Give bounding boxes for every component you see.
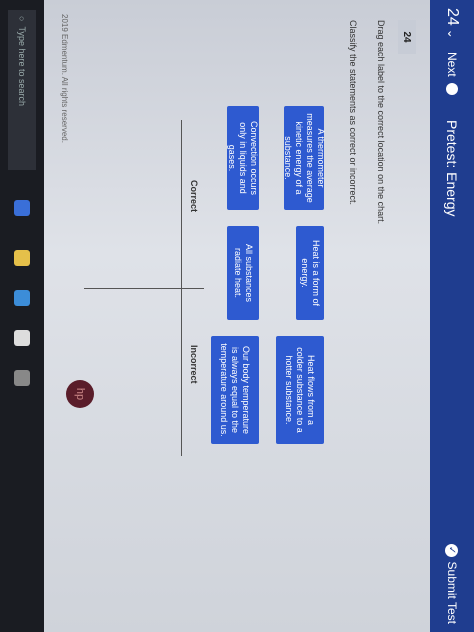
screen: 24 ⌄ Next Pretest: Energy ✓ Submit Test … xyxy=(0,0,474,632)
column-header-correct: Correct xyxy=(189,180,199,213)
drag-label[interactable]: Heat flows from a colder substance to a … xyxy=(276,336,324,444)
chart-divider xyxy=(84,288,204,289)
taskbar: hp ○ Type here to search xyxy=(0,0,94,632)
next-arrow-icon xyxy=(446,82,458,95)
top-bar: 24 ⌄ Next Pretest: Energy ✓ Submit Test xyxy=(430,0,474,632)
column-header-incorrect: Incorrect xyxy=(189,345,199,384)
search-icon: ○ xyxy=(17,16,27,22)
drag-label[interactable]: Convection occurs only in liquids and ga… xyxy=(227,106,260,210)
store-icon[interactable] xyxy=(14,290,30,306)
drop-zone-correct[interactable] xyxy=(86,122,180,286)
search-placeholder: Type here to search xyxy=(17,26,27,106)
drag-label[interactable]: Our body temperature is always equal to … xyxy=(211,336,259,444)
chevron-down-icon: ⌄ xyxy=(445,28,459,39)
page-title: Pretest: Energy xyxy=(444,120,460,217)
question-number-dropdown[interactable]: 24 ⌄ xyxy=(430,8,474,39)
rotated-screen-container: 24 ⌄ Next Pretest: Energy ✓ Submit Test … xyxy=(0,0,474,632)
mail-icon[interactable] xyxy=(14,330,30,346)
classification-chart: Correct Incorrect xyxy=(84,120,204,456)
submit-label: Submit Test xyxy=(445,561,459,624)
hp-logo: hp xyxy=(66,380,94,408)
question-badge: 24 xyxy=(398,20,416,54)
app-icon[interactable] xyxy=(14,370,30,386)
prompt-text: Classify the statements as correct or in… xyxy=(348,20,358,206)
drag-label[interactable]: Heat is a form of energy. xyxy=(296,226,324,320)
drag-label[interactable]: All substances radiate heat. xyxy=(227,226,259,320)
next-button[interactable]: Next xyxy=(430,52,474,95)
drop-zone-incorrect[interactable] xyxy=(86,290,180,454)
instruction-text: Drag each label to the correct location … xyxy=(376,20,386,225)
drag-label[interactable]: A thermometer measures the average kinet… xyxy=(283,106,326,210)
taskbar-search-input[interactable]: ○ Type here to search xyxy=(8,10,36,170)
copyright-text: 2019 Edmentum. All rights reserved. xyxy=(60,14,69,143)
check-icon: ✓ xyxy=(445,543,459,557)
edge-icon[interactable] xyxy=(14,200,30,216)
next-label: Next xyxy=(445,52,459,77)
folder-icon[interactable] xyxy=(14,250,30,266)
submit-test-button[interactable]: ✓ Submit Test xyxy=(430,543,474,624)
question-number: 24 xyxy=(444,8,461,26)
